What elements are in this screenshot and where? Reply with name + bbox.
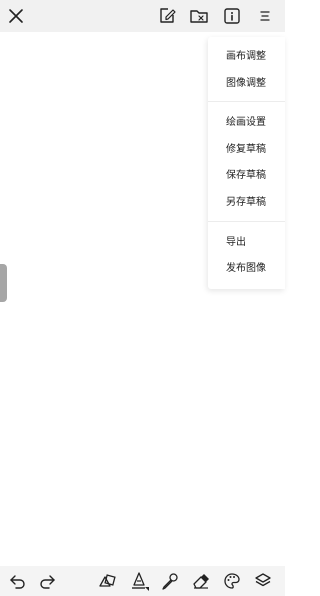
redo-icon[interactable]	[36, 570, 58, 592]
menu-item-save-draft[interactable]: 保存草稿	[208, 165, 285, 187]
pen-icon[interactable]	[128, 569, 150, 591]
bottom-toolbar	[0, 566, 285, 596]
undo-icon[interactable]	[7, 570, 29, 592]
palette-icon[interactable]	[221, 570, 243, 592]
menu-item-image-adjust[interactable]: 图像调整	[208, 73, 285, 95]
layers-icon[interactable]	[252, 570, 274, 592]
menu-divider	[208, 221, 285, 222]
menu-item-export[interactable]: 导出	[208, 232, 285, 254]
shapes-icon[interactable]	[96, 570, 118, 592]
side-panel-handle[interactable]	[0, 264, 7, 302]
folder-icon[interactable]	[188, 5, 210, 27]
close-icon[interactable]	[5, 5, 27, 27]
top-toolbar	[0, 0, 285, 32]
menu-icon[interactable]	[254, 5, 276, 27]
document-edit-icon[interactable]	[156, 5, 178, 27]
info-icon[interactable]	[221, 5, 243, 27]
menu-item-publish-image[interactable]: 发布图像	[208, 258, 285, 280]
eyedropper-icon[interactable]	[159, 570, 181, 592]
dropdown-menu: 画布调整 图像调整 绘画设置 修复草稿 保存草稿 另存草稿 导出 发布图像	[208, 37, 285, 289]
eraser-icon[interactable]	[190, 570, 212, 592]
menu-item-canvas-adjust[interactable]: 画布调整	[208, 46, 285, 68]
menu-item-repair-draft[interactable]: 修复草稿	[208, 139, 285, 161]
menu-divider	[208, 101, 285, 102]
menu-item-paint-settings[interactable]: 绘画设置	[208, 112, 285, 134]
menu-item-save-draft-as[interactable]: 另存草稿	[208, 192, 285, 214]
